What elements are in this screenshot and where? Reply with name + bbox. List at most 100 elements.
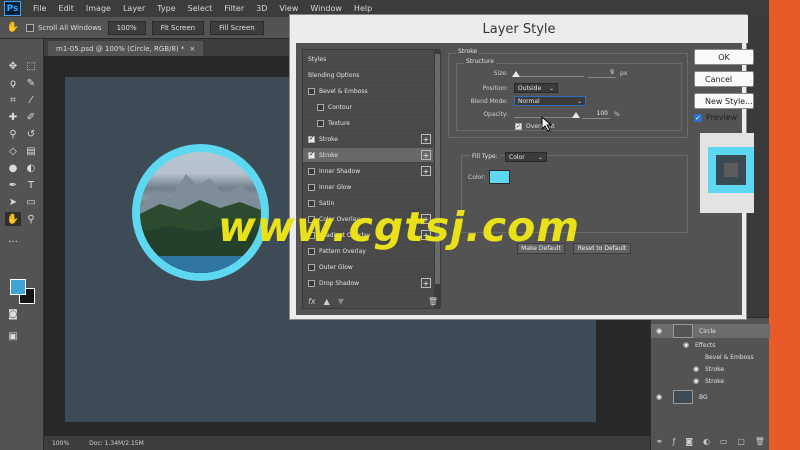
style-row[interactable]: Drop Shadow + — [303, 276, 433, 291]
new-layer-icon[interactable]: ▢ — [737, 437, 745, 446]
add-effect-icon[interactable]: + — [421, 278, 431, 288]
size-slider-knob[interactable] — [512, 71, 521, 77]
type-tool-icon[interactable]: T — [23, 178, 39, 192]
gradient-tool-icon[interactable]: ▤ — [23, 144, 39, 158]
marquee-tool-icon[interactable]: ⬚ — [23, 59, 39, 73]
style-row[interactable]: Inner Shadow + — [303, 164, 433, 179]
new-style-button[interactable]: New Style... — [694, 93, 754, 109]
zoom-level[interactable]: 100% — [52, 440, 69, 447]
adjustment-icon[interactable]: ◐ — [703, 437, 710, 446]
menu-image[interactable]: Image — [80, 4, 117, 13]
menu-view[interactable]: View — [273, 4, 304, 13]
style-checkbox[interactable] — [308, 87, 315, 95]
screen-mode-icon[interactable]: ▣ — [5, 329, 21, 343]
style-row[interactable]: Texture — [303, 116, 433, 131]
effect-row-stroke-1[interactable]: ◉ Stroke — [651, 363, 770, 375]
fit-screen-button[interactable]: Fit Screen — [151, 20, 205, 35]
foreground-color-swatch[interactable] — [10, 279, 26, 295]
style-checkbox[interactable] — [308, 183, 315, 191]
ok-button[interactable]: OK — [694, 49, 754, 65]
style-checkbox[interactable] — [308, 167, 315, 175]
document-tab[interactable]: m1-05.psd @ 100% (Circle, RGB/8) * × — [48, 41, 204, 56]
fill-type-dropdown[interactable]: Color ⌄ — [505, 152, 547, 162]
menu-select[interactable]: Select — [182, 4, 219, 13]
shape-tool-icon[interactable]: ▭ — [23, 195, 39, 209]
more-tools-icon[interactable]: … — [5, 232, 21, 246]
style-row[interactable]: Bevel & Emboss — [303, 84, 433, 99]
scroll-all-windows-checkbox[interactable] — [26, 23, 34, 32]
style-row[interactable]: Contour — [303, 100, 433, 115]
visibility-eye-icon[interactable]: ◉ — [656, 393, 666, 401]
style-row[interactable]: Outer Glow — [303, 260, 433, 275]
menu-edit[interactable]: Edit — [52, 4, 80, 13]
add-mask-icon[interactable]: ◙ — [685, 437, 693, 446]
menu-file[interactable]: File — [27, 4, 52, 13]
menu-window[interactable]: Window — [304, 4, 348, 13]
history-brush-tool-icon[interactable]: ↺ — [23, 127, 39, 141]
menu-type[interactable]: Type — [151, 4, 181, 13]
style-row[interactable]: Blending Options — [303, 68, 433, 83]
add-effect-icon[interactable]: + — [421, 134, 431, 144]
style-checkbox[interactable] — [308, 134, 315, 143]
style-checkbox[interactable] — [308, 150, 315, 159]
layer-effects-row[interactable]: ◉ Effects — [651, 339, 770, 351]
opacity-input[interactable]: 100 — [582, 110, 610, 119]
crop-tool-icon[interactable]: ⌗ — [5, 93, 21, 107]
dodge-tool-icon[interactable]: ◐ — [23, 161, 39, 175]
brush-tool-icon[interactable]: ✐ — [23, 110, 39, 124]
effect-row-bevel[interactable]: Bevel & Emboss — [651, 351, 770, 363]
cancel-button[interactable]: Cancel — [694, 71, 754, 87]
eraser-tool-icon[interactable]: ◇ — [5, 144, 21, 158]
styles-scrollbar[interactable] — [434, 50, 441, 308]
style-row[interactable]: Stroke + — [303, 132, 433, 147]
pen-tool-icon[interactable]: ✒ — [5, 178, 21, 192]
position-dropdown[interactable]: Outside ⌄ — [514, 83, 558, 93]
effect-eye-icon[interactable]: ◉ — [693, 365, 703, 373]
fx-icon[interactable]: fx — [308, 297, 316, 306]
layer-row-circle[interactable]: ◉ Circle — [651, 324, 770, 338]
style-checkbox[interactable] — [317, 103, 324, 111]
group-icon[interactable]: ▭ — [720, 437, 728, 446]
reset-to-default-button[interactable]: Reset to Default — [573, 243, 631, 254]
add-effect-icon[interactable]: + — [421, 150, 431, 160]
fill-screen-button[interactable]: Fill Screen — [210, 20, 264, 35]
move-down-icon[interactable]: ▼ — [338, 297, 344, 306]
style-row[interactable]: Stroke + — [303, 148, 433, 163]
style-checkbox[interactable] — [308, 279, 315, 287]
blend-mode-dropdown[interactable]: Normal ⌄ — [514, 96, 586, 106]
overprint-checkbox[interactable]: ✓ — [515, 123, 522, 130]
healing-tool-icon[interactable]: ✚ — [5, 110, 21, 124]
add-effect-icon[interactable]: + — [421, 166, 431, 176]
layer-row-bg[interactable]: ◉ BG — [651, 390, 770, 404]
styles-header[interactable]: Styles — [303, 52, 433, 67]
close-tab-icon[interactable]: × — [189, 45, 195, 53]
opacity-slider-knob[interactable] — [572, 112, 580, 118]
effect-eye-icon[interactable]: ◉ — [693, 377, 703, 385]
size-slider[interactable] — [514, 76, 584, 77]
style-checkbox[interactable] — [308, 263, 315, 271]
blur-tool-icon[interactable]: ● — [5, 161, 21, 175]
visibility-eye-icon[interactable]: ◉ — [656, 327, 666, 335]
menu-filter[interactable]: Filter — [218, 4, 250, 13]
style-checkbox[interactable] — [317, 119, 324, 127]
quick-select-tool-icon[interactable]: ✎ — [23, 76, 39, 90]
menu-help[interactable]: Help — [348, 4, 378, 13]
lasso-tool-icon[interactable]: ϙ — [5, 76, 21, 90]
zoom-100-button[interactable]: 100% — [107, 20, 146, 35]
eyedropper-tool-icon[interactable]: ⁄ — [23, 93, 39, 107]
move-up-icon[interactable]: ▲ — [324, 297, 330, 306]
effect-row-stroke-2[interactable]: ◉ Stroke — [651, 375, 770, 387]
preview-option[interactable]: ✓ Preview — [694, 113, 737, 122]
style-row[interactable]: Inner Glow — [303, 180, 433, 195]
delete-effect-icon[interactable]: 🗑 — [428, 297, 438, 306]
size-input[interactable]: 9 — [588, 69, 616, 78]
path-select-tool-icon[interactable]: ➤ — [5, 195, 21, 209]
scroll-all-windows-option[interactable]: Scroll All Windows — [26, 23, 102, 32]
effects-eye-icon[interactable]: ◉ — [683, 341, 693, 349]
hand-tool-icon[interactable]: ✋ — [6, 21, 20, 35]
menu-layer[interactable]: Layer — [117, 4, 151, 13]
clone-stamp-tool-icon[interactable]: ⚲ — [5, 127, 21, 141]
move-tool-icon[interactable]: ✥ — [5, 59, 21, 73]
preview-checkbox[interactable]: ✓ — [694, 113, 702, 122]
trash-icon[interactable]: 🗑 — [755, 437, 765, 446]
